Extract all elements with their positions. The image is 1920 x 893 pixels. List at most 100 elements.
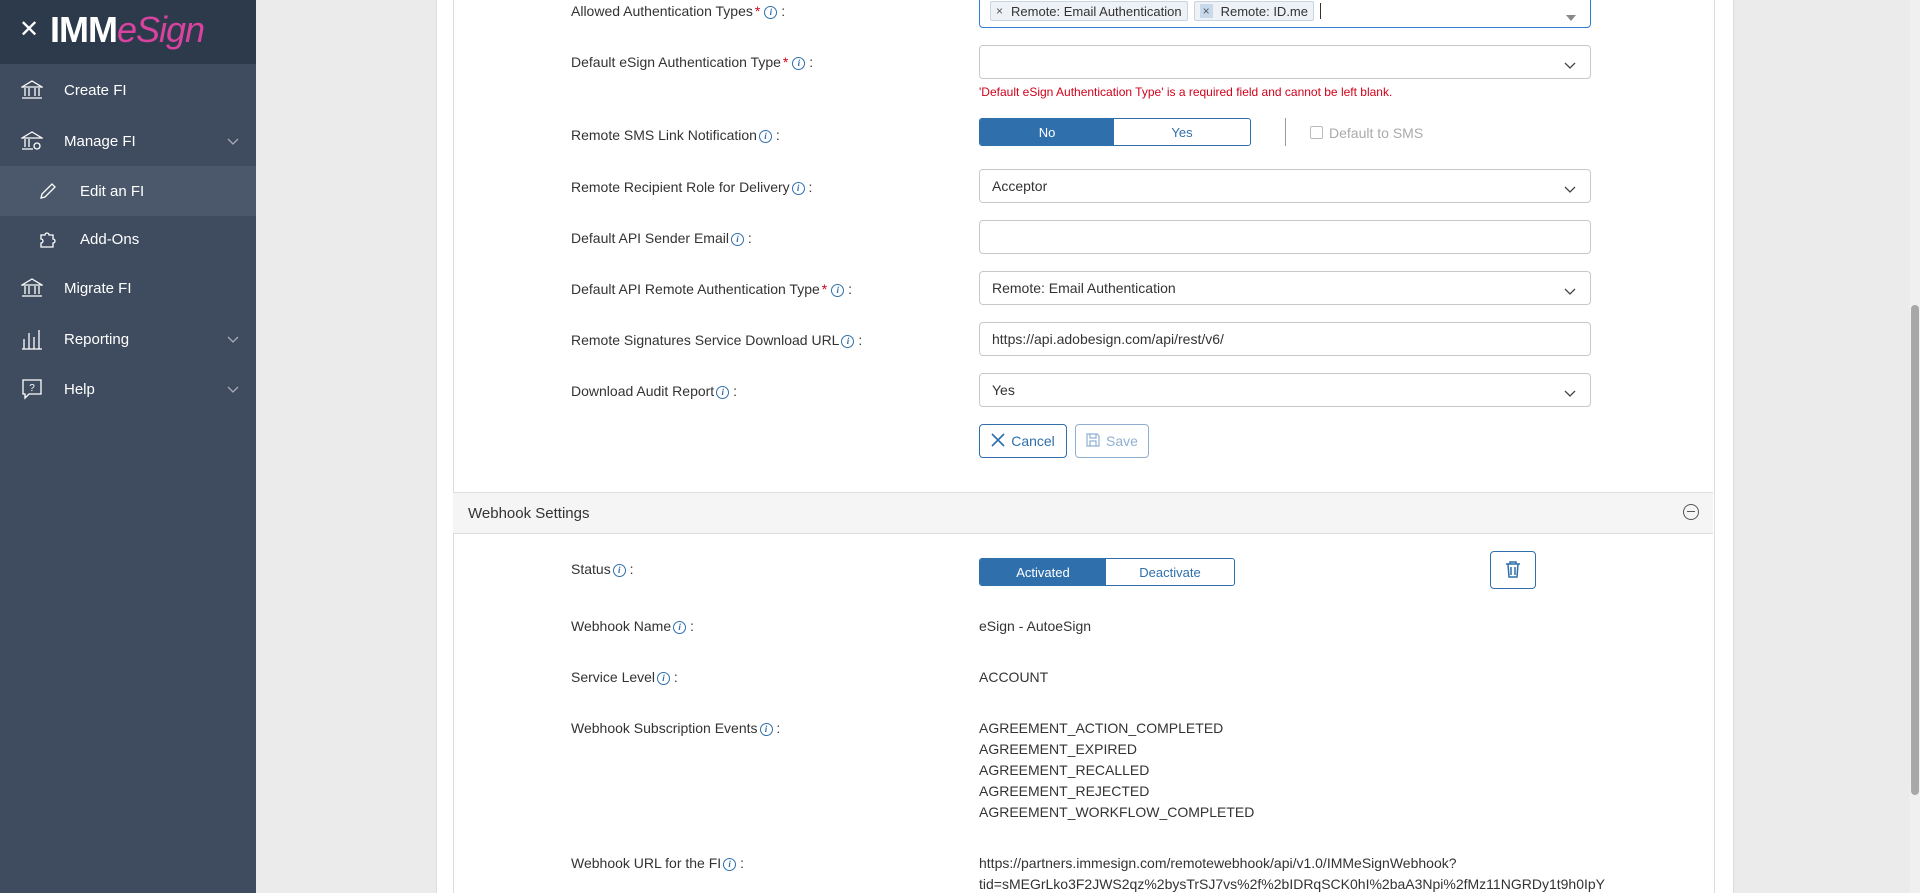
bar-chart-icon bbox=[20, 327, 44, 351]
subscription-events-label: Webhook Subscription Events i : bbox=[571, 720, 781, 736]
remove-tag-icon[interactable]: × bbox=[996, 4, 1003, 18]
service-level-value: ACCOUNT bbox=[979, 669, 1049, 685]
chevron-down-icon bbox=[227, 331, 239, 348]
chevron-down-icon bbox=[1564, 181, 1576, 197]
sidebar-item-migrate-fi[interactable]: Migrate FI bbox=[0, 263, 256, 313]
webhook-url-line: tid=sMEGrLko3F2JWS2qz%2bysTrSJ7vs%2f%2bI… bbox=[979, 876, 1605, 892]
deactivate-button[interactable]: Deactivate bbox=[1106, 559, 1234, 585]
sms-yes-button[interactable]: Yes bbox=[1114, 119, 1250, 145]
event-item: AGREEMENT_ACTION_COMPLETED bbox=[979, 720, 1224, 736]
pencil-icon bbox=[36, 179, 60, 203]
sidebar-item-reporting[interactable]: Reporting bbox=[0, 314, 256, 364]
divider bbox=[1285, 118, 1286, 146]
auth-tag: × Remote: Email Authentication bbox=[990, 1, 1188, 21]
cancel-button[interactable]: Cancel bbox=[979, 424, 1067, 458]
sidebar-item-label: Reporting bbox=[64, 330, 130, 348]
sidebar-item-manage-fi[interactable]: Manage FI bbox=[0, 116, 256, 166]
chevron-down-icon bbox=[1564, 283, 1576, 299]
info-icon[interactable]: i bbox=[791, 182, 805, 195]
info-icon[interactable]: i bbox=[831, 284, 845, 297]
puzzle-icon bbox=[36, 227, 60, 251]
sidebar-item-help[interactable]: ? Help bbox=[0, 364, 256, 414]
sidebar-item-label: Help bbox=[64, 380, 95, 398]
event-item: AGREEMENT_EXPIRED bbox=[979, 741, 1137, 757]
auth-tag: × Remote: ID.me bbox=[1193, 1, 1314, 21]
bank-icon bbox=[20, 78, 44, 102]
default-esign-auth-label: Default eSign Authentication Type * i : bbox=[571, 54, 814, 70]
sidebar: ✕ IMMeSign Create FI Manage FI Edit an F… bbox=[0, 0, 256, 893]
event-item: AGREEMENT_RECALLED bbox=[979, 762, 1150, 778]
sidebar-header: ✕ IMMeSign bbox=[0, 0, 256, 64]
download-url-label: Remote Signatures Service Download URL i … bbox=[571, 332, 863, 348]
help-bubble-icon: ? bbox=[20, 377, 44, 401]
status-label: Status i : bbox=[571, 561, 634, 577]
api-remote-auth-select[interactable]: Remote: Email Authentication bbox=[979, 271, 1591, 305]
delete-webhook-button[interactable] bbox=[1490, 551, 1536, 589]
app-logo: IMMeSign bbox=[50, 9, 205, 50]
close-icon bbox=[991, 432, 1005, 450]
webhook-name-label: Webhook Name i : bbox=[571, 618, 694, 634]
validation-error: 'Default eSign Authentication Type' is a… bbox=[979, 85, 1393, 99]
chevron-down-icon bbox=[1564, 57, 1576, 73]
info-icon[interactable]: i bbox=[764, 6, 778, 19]
chevron-down-icon bbox=[227, 381, 239, 398]
close-icon[interactable]: ✕ bbox=[19, 18, 39, 42]
floppy-disk-icon bbox=[1086, 432, 1100, 450]
webhook-url-label: Webhook URL for the FI i : bbox=[571, 855, 744, 871]
sidebar-item-label: Add-Ons bbox=[80, 230, 140, 248]
default-to-sms-checkbox[interactable]: Default to SMS bbox=[1310, 125, 1423, 141]
activated-button[interactable]: Activated bbox=[980, 559, 1106, 585]
webhook-status-toggle: Activated Deactivate bbox=[979, 558, 1235, 586]
webhook-settings-header[interactable]: Webhook Settings bbox=[453, 492, 1713, 534]
allowed-auth-label: Allowed Authentication Types * i : bbox=[571, 3, 786, 19]
chevron-down-icon bbox=[1564, 385, 1576, 401]
webhook-url-line: https://partners.immesign.com/remotewebh… bbox=[979, 855, 1457, 871]
info-icon[interactable]: i bbox=[758, 130, 772, 143]
chevron-down-icon bbox=[227, 133, 239, 150]
info-icon[interactable]: i bbox=[841, 335, 855, 348]
event-item: AGREEMENT_WORKFLOW_COMPLETED bbox=[979, 804, 1255, 820]
sidebar-item-label: Edit an FI bbox=[80, 182, 145, 200]
section-title: Webhook Settings bbox=[468, 505, 590, 522]
audit-report-label: Download Audit Report i : bbox=[571, 383, 737, 399]
webhook-name-value: eSign - AutoeSign bbox=[979, 618, 1092, 634]
sidebar-item-add-ons[interactable]: Add-Ons bbox=[0, 214, 256, 264]
default-esign-auth-select[interactable] bbox=[979, 45, 1591, 79]
sidebar-item-label: Migrate FI bbox=[64, 279, 132, 297]
text-cursor bbox=[1320, 3, 1321, 19]
info-icon[interactable]: i bbox=[759, 723, 773, 736]
sidebar-item-edit-fi[interactable]: Edit an FI bbox=[0, 166, 256, 216]
bank-gear-icon bbox=[20, 129, 44, 153]
info-icon[interactable]: i bbox=[792, 57, 806, 70]
sms-no-button[interactable]: No bbox=[980, 119, 1114, 145]
scrollbar-thumb[interactable] bbox=[1911, 305, 1919, 795]
api-remote-auth-label: Default API Remote Authentication Type * i… bbox=[571, 281, 853, 297]
svg-text:?: ? bbox=[29, 383, 35, 394]
info-icon[interactable]: i bbox=[673, 621, 687, 634]
sms-link-label: Remote SMS Link Notification i : bbox=[571, 127, 780, 143]
collapse-icon[interactable] bbox=[1683, 504, 1699, 520]
sms-link-toggle: No Yes bbox=[979, 118, 1251, 146]
download-url-input[interactable]: https://api.adobesign.com/api/rest/v6/ bbox=[979, 322, 1591, 356]
service-level-label: Service Level i : bbox=[571, 669, 678, 685]
bank-arrow-icon bbox=[20, 276, 44, 300]
api-sender-email-input[interactable] bbox=[979, 220, 1591, 254]
save-button[interactable]: Save bbox=[1075, 424, 1149, 458]
sidebar-item-create-fi[interactable]: Create FI bbox=[0, 65, 256, 115]
recipient-role-select[interactable]: Acceptor bbox=[979, 169, 1591, 203]
info-icon[interactable]: i bbox=[657, 672, 671, 685]
remove-tag-icon[interactable]: × bbox=[1199, 4, 1213, 18]
trash-icon bbox=[1505, 560, 1521, 581]
info-icon[interactable]: i bbox=[730, 233, 744, 246]
caret-down-icon[interactable] bbox=[1566, 8, 1576, 24]
audit-report-select[interactable]: Yes bbox=[979, 373, 1591, 407]
allowed-auth-multiselect[interactable]: × Remote: Email Authentication × Remote: I… bbox=[979, 0, 1591, 28]
event-item: AGREEMENT_REJECTED bbox=[979, 783, 1150, 799]
info-icon[interactable]: i bbox=[716, 386, 730, 399]
info-icon[interactable]: i bbox=[723, 858, 737, 871]
sidebar-item-label: Create FI bbox=[64, 81, 127, 99]
info-icon[interactable]: i bbox=[612, 564, 626, 577]
recipient-role-label: Remote Recipient Role for Delivery i : bbox=[571, 179, 813, 195]
checkbox-icon[interactable] bbox=[1310, 126, 1323, 139]
api-sender-email-label: Default API Sender Email i : bbox=[571, 230, 752, 246]
